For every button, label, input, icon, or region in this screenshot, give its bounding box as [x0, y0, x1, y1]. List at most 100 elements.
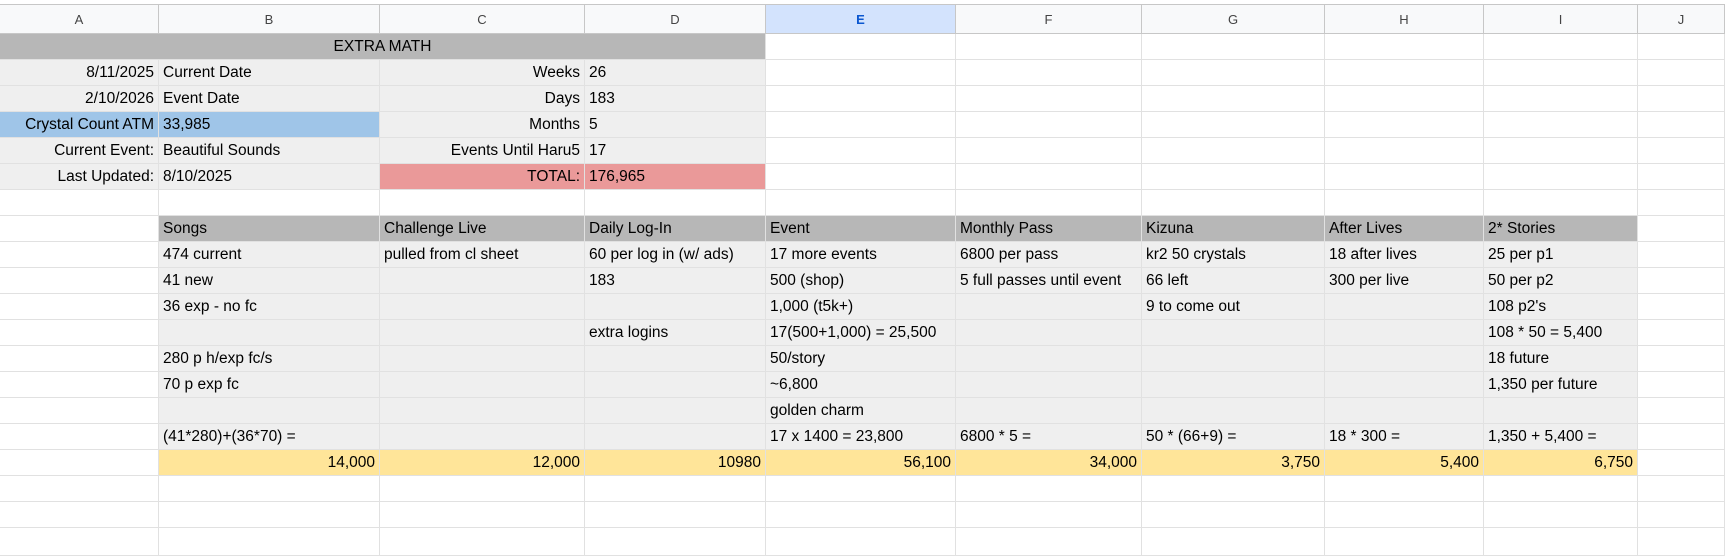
weeks-value[interactable]: 26	[585, 60, 766, 86]
total-value[interactable]: 176,965	[585, 164, 766, 190]
grid-cell[interactable]	[585, 528, 766, 556]
grid-cell[interactable]	[380, 528, 585, 556]
grid-cell[interactable]	[1638, 164, 1725, 190]
grid-cell[interactable]	[1638, 476, 1725, 502]
grid-cell[interactable]	[766, 476, 956, 502]
grid-cell[interactable]	[1325, 476, 1484, 502]
grid-cell[interactable]	[0, 268, 159, 294]
table-cell[interactable]: golden charm	[766, 398, 956, 424]
grid-cell[interactable]	[1484, 164, 1638, 190]
last-updated-value[interactable]: 8/10/2025	[159, 164, 380, 190]
grid-cell[interactable]	[1484, 502, 1638, 528]
table-header-3[interactable]: Daily Log-In	[585, 216, 766, 242]
grid-cell[interactable]	[1142, 528, 1325, 556]
table-cell[interactable]	[585, 372, 766, 398]
grid-cell[interactable]	[766, 34, 956, 60]
table-header-7[interactable]: After Lives	[1325, 216, 1484, 242]
grid-cell[interactable]	[1638, 190, 1725, 216]
table-cell[interactable]: 17(500+1,000) = 25,500	[766, 320, 956, 346]
grid-cell[interactable]	[1325, 112, 1484, 138]
current-event-label[interactable]: Current Event:	[0, 138, 159, 164]
table-cell[interactable]: 108 p2's	[1484, 294, 1638, 320]
table-cell[interactable]	[380, 294, 585, 320]
grid-cell[interactable]	[956, 528, 1142, 556]
grid-cell[interactable]	[0, 476, 159, 502]
total-cell[interactable]: 14,000	[159, 450, 380, 476]
grid-cell[interactable]	[1142, 60, 1325, 86]
grid-cell[interactable]	[956, 34, 1142, 60]
table-cell[interactable]: 25 per p1	[1484, 242, 1638, 268]
grid-cell[interactable]	[956, 476, 1142, 502]
current-date-value[interactable]: 8/11/2025	[0, 60, 159, 86]
grid-cell[interactable]	[1638, 242, 1725, 268]
grid-cell[interactable]	[0, 528, 159, 556]
grid-cell[interactable]	[0, 502, 159, 528]
grid-cell[interactable]	[1638, 424, 1725, 450]
grid-cell[interactable]	[1142, 86, 1325, 112]
table-cell[interactable]: 6800 * 5 =	[956, 424, 1142, 450]
table-cell[interactable]	[1142, 398, 1325, 424]
grid-cell[interactable]	[1325, 528, 1484, 556]
grid-cell[interactable]	[766, 528, 956, 556]
grid-cell[interactable]	[766, 86, 956, 112]
grid-cell[interactable]	[0, 424, 159, 450]
grid-cell[interactable]	[1638, 268, 1725, 294]
events-until-value[interactable]: 17	[585, 138, 766, 164]
grid-cell[interactable]	[1325, 60, 1484, 86]
grid-cell[interactable]	[1325, 164, 1484, 190]
grid-cell[interactable]	[380, 190, 585, 216]
total-cell[interactable]: 6,750	[1484, 450, 1638, 476]
grid-cell[interactable]	[766, 60, 956, 86]
grid-cell[interactable]	[0, 242, 159, 268]
table-cell[interactable]	[956, 398, 1142, 424]
table-cell[interactable]: 108 * 50 = 5,400	[1484, 320, 1638, 346]
grid-cell[interactable]	[1638, 294, 1725, 320]
table-cell[interactable]: 18 * 300 =	[1325, 424, 1484, 450]
grid-cell[interactable]	[1638, 86, 1725, 112]
grid-cell[interactable]	[380, 502, 585, 528]
table-cell[interactable]: 18 future	[1484, 346, 1638, 372]
grid-cell[interactable]	[1638, 320, 1725, 346]
grid-cell[interactable]	[1142, 164, 1325, 190]
table-cell[interactable]: 5 full passes until event	[956, 268, 1142, 294]
grid-cell[interactable]	[1484, 138, 1638, 164]
table-cell[interactable]	[1142, 346, 1325, 372]
grid-cell[interactable]	[1142, 476, 1325, 502]
grid-cell[interactable]	[766, 112, 956, 138]
table-cell[interactable]	[1325, 346, 1484, 372]
table-cell[interactable]: 17 more events	[766, 242, 956, 268]
table-cell[interactable]: ~6,800	[766, 372, 956, 398]
table-cell[interactable]	[956, 346, 1142, 372]
grid-cell[interactable]	[0, 320, 159, 346]
current-date-label[interactable]: Current Date	[159, 60, 380, 86]
table-cell[interactable]	[380, 268, 585, 294]
table-header-6[interactable]: Kizuna	[1142, 216, 1325, 242]
extra-math-title[interactable]: EXTRA MATH	[0, 34, 766, 60]
grid-cell[interactable]	[1142, 138, 1325, 164]
table-cell[interactable]: (41*280)+(36*70) =	[159, 424, 380, 450]
grid-cell[interactable]	[1638, 34, 1725, 60]
grid-cell[interactable]	[1638, 216, 1725, 242]
months-label[interactable]: Months	[380, 112, 585, 138]
grid-cell[interactable]	[0, 398, 159, 424]
days-value[interactable]: 183	[585, 86, 766, 112]
table-header-1[interactable]: Songs	[159, 216, 380, 242]
table-cell[interactable]: 500 (shop)	[766, 268, 956, 294]
grid-cell[interactable]	[1638, 138, 1725, 164]
column-header-d[interactable]: D	[585, 4, 766, 34]
grid-cell[interactable]	[956, 86, 1142, 112]
table-cell[interactable]: 1,350 per future	[1484, 372, 1638, 398]
grid-cell[interactable]	[585, 190, 766, 216]
table-cell[interactable]: 41 new	[159, 268, 380, 294]
table-cell[interactable]	[585, 398, 766, 424]
crystal-count-value[interactable]: 33,985	[159, 112, 380, 138]
grid-cell[interactable]	[1484, 86, 1638, 112]
table-cell[interactable]	[380, 346, 585, 372]
weeks-label[interactable]: Weeks	[380, 60, 585, 86]
grid-cell[interactable]	[766, 138, 956, 164]
grid-cell[interactable]	[1484, 112, 1638, 138]
grid-cell[interactable]	[0, 450, 159, 476]
grid-cell[interactable]	[159, 476, 380, 502]
grid-cell[interactable]	[766, 502, 956, 528]
grid-cell[interactable]	[956, 164, 1142, 190]
